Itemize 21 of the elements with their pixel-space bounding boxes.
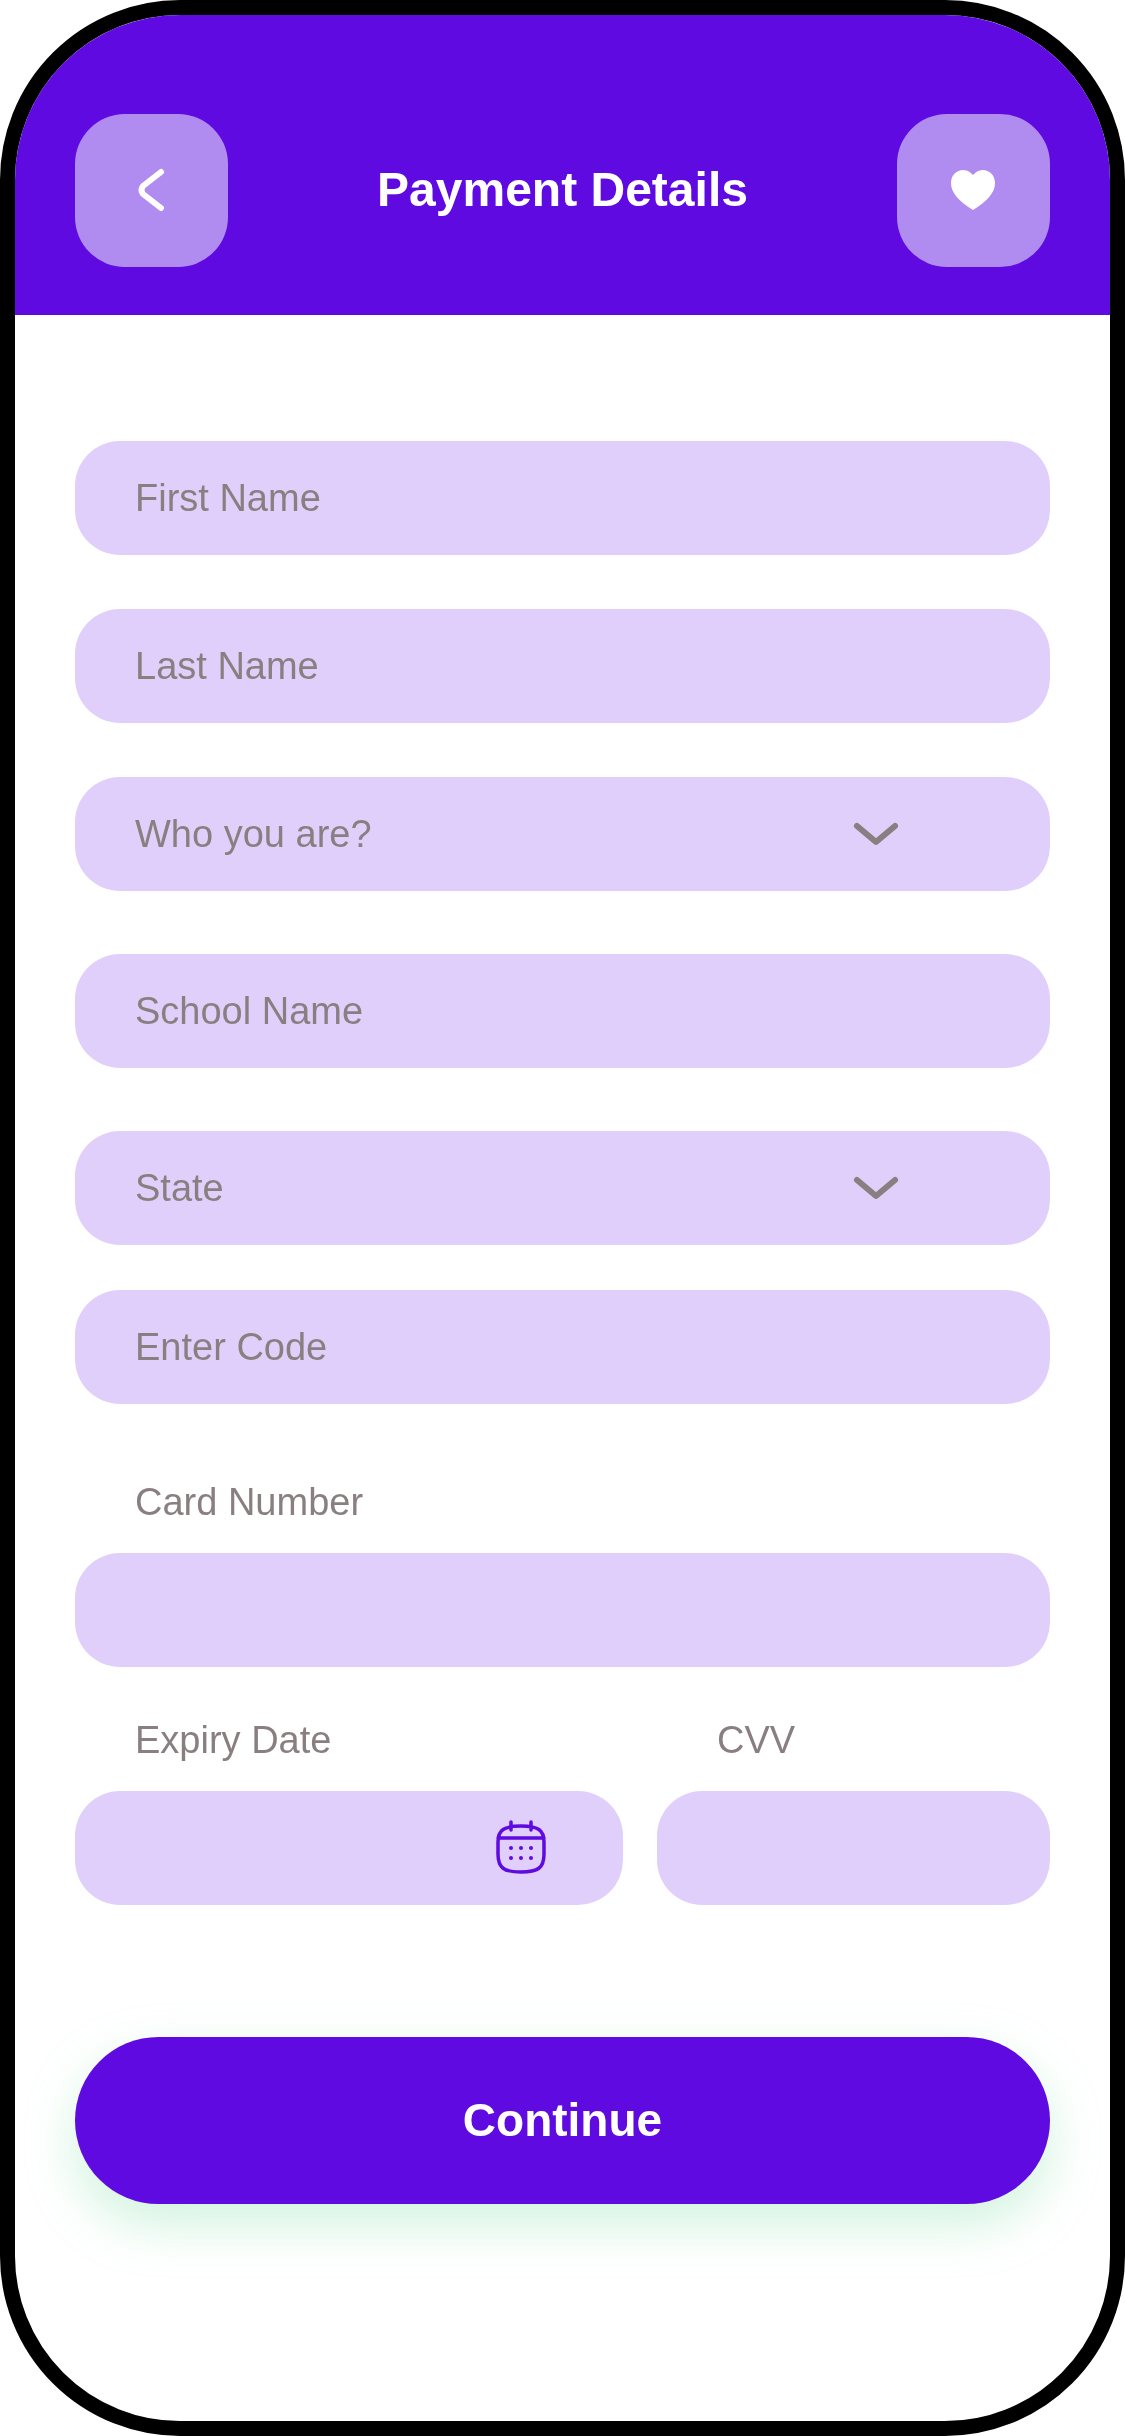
chevron-left-icon <box>136 168 167 212</box>
card-number-field[interactable] <box>75 1553 1050 1667</box>
page-title: Payment Details <box>377 162 748 218</box>
favorite-button[interactable] <box>897 113 1050 267</box>
dropdown-field[interactable]: Who you are? <box>75 777 1050 891</box>
dropdown-placeholder: State <box>135 1165 224 1211</box>
calendar-icon <box>494 1820 548 1876</box>
dropdown-placeholder: Who you are? <box>135 811 372 857</box>
text-field[interactable]: First Name <box>75 441 1050 555</box>
text-field[interactable]: Enter Code <box>75 1290 1050 1404</box>
dropdown-field[interactable]: State <box>75 1131 1050 1245</box>
expiry-date-field[interactable] <box>75 1791 623 1905</box>
heart-icon <box>949 169 998 211</box>
continue-button[interactable]: Continue <box>75 2037 1050 2204</box>
field-label: CVV <box>717 1718 797 1763</box>
cvv-field[interactable] <box>657 1791 1050 1905</box>
text-field[interactable]: School Name <box>75 954 1050 1068</box>
field-label: Expiry Date <box>135 1718 333 1763</box>
text-field[interactable]: Last Name <box>75 609 1050 723</box>
field-label: Card Number <box>135 1480 365 1525</box>
back-button[interactable] <box>75 113 228 267</box>
